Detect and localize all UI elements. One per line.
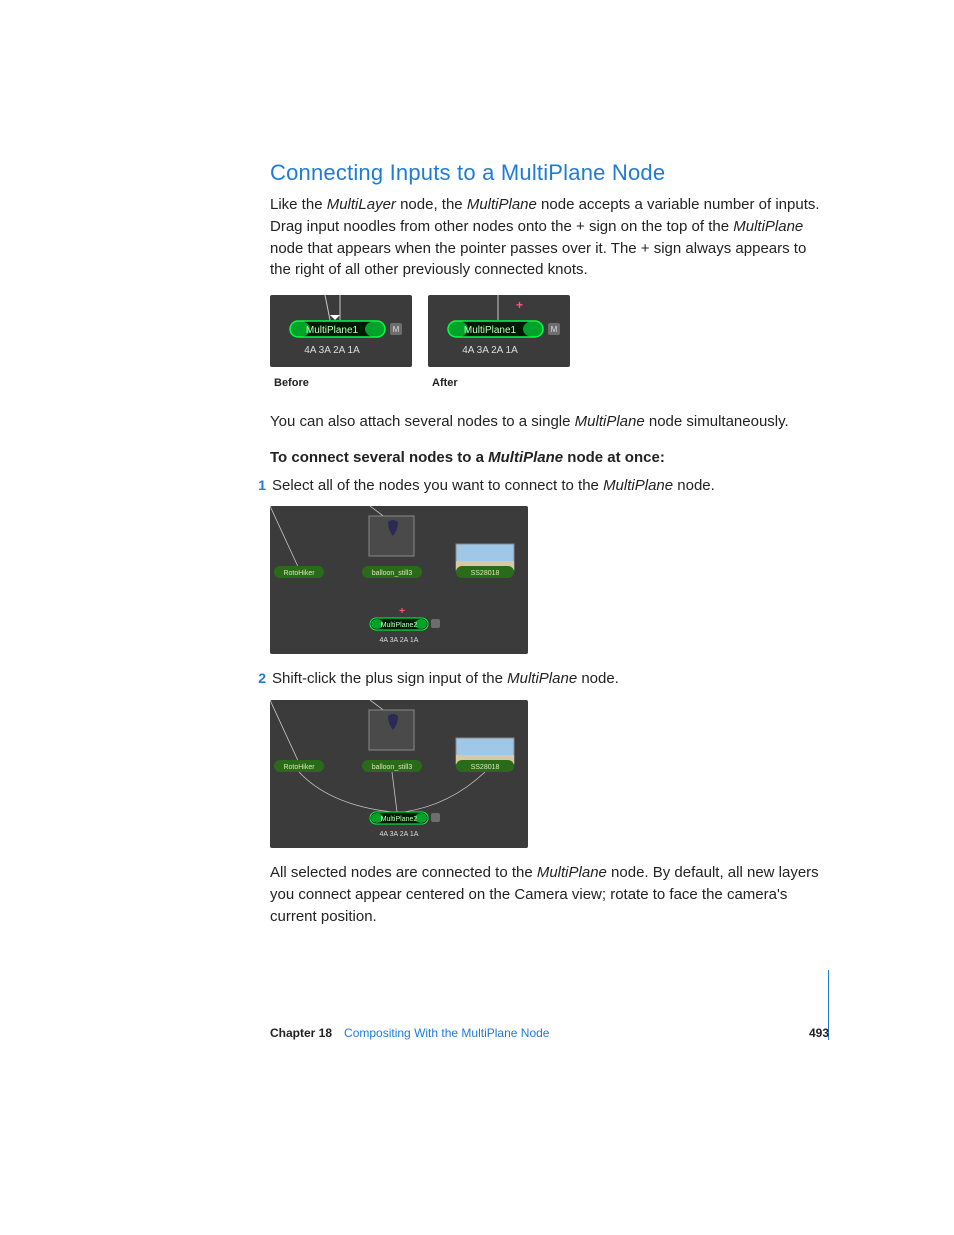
svg-text:SS28018: SS28018	[471, 570, 500, 577]
after-caption: After	[432, 377, 570, 389]
svg-text:4A 3A 2A 1A: 4A 3A 2A 1A	[462, 345, 518, 356]
after-figure: + MultiPlane1 M 4A 3A 2A 1A	[428, 295, 570, 367]
step1-figure: RotoHiker balloon_still3 SS28018 + Multi…	[270, 506, 528, 654]
step-1: 1 Select all of the nodes you want to co…	[248, 475, 829, 497]
step-text: Select all of the nodes you want to conn…	[272, 475, 829, 497]
svg-text:MultiPlane2: MultiPlane2	[381, 622, 418, 629]
section-heading: Connecting Inputs to a MultiPlane Node	[270, 160, 829, 186]
svg-text:MultiPlane1: MultiPlane1	[464, 325, 517, 336]
instruction-heading: To connect several nodes to a MultiPlane…	[270, 447, 829, 469]
svg-text:+: +	[516, 298, 523, 312]
svg-text:MultiPlane2: MultiPlane2	[381, 816, 418, 823]
step-2: 2 Shift-click the plus sign input of the…	[248, 668, 829, 690]
step2-figure: RotoHiker balloon_still3 SS28018 MultiPl…	[270, 700, 528, 848]
result-paragraph: All selected nodes are connected to the …	[270, 862, 829, 927]
page-number: 493	[809, 1026, 829, 1040]
chapter-title: Compositing With the MultiPlane Node	[344, 1026, 809, 1040]
svg-text:4A 3A 2A 1A: 4A 3A 2A 1A	[304, 345, 360, 356]
svg-text:4A 3A 2A 1A: 4A 3A 2A 1A	[380, 831, 419, 838]
before-figure: MultiPlane1 M 4A 3A 2A 1A	[270, 295, 412, 367]
step-number: 1	[248, 475, 266, 495]
intro-paragraph: Like the MultiLayer node, the MultiPlane…	[270, 194, 829, 281]
paragraph-attach-several: You can also attach several nodes to a s…	[270, 411, 829, 433]
page-content: Connecting Inputs to a MultiPlane Node L…	[0, 0, 954, 1100]
before-after-figures: MultiPlane1 M 4A 3A 2A 1A Before + Multi…	[270, 295, 829, 389]
step-text: Shift-click the plus sign input of the M…	[272, 668, 829, 690]
chapter-label: Chapter 18	[270, 1026, 332, 1040]
page-footer: Chapter 18 Compositing With the MultiPla…	[270, 1026, 829, 1040]
svg-text:RotoHiker: RotoHiker	[283, 570, 315, 577]
svg-text:M: M	[551, 325, 558, 334]
svg-text:balloon_still3: balloon_still3	[372, 764, 413, 771]
svg-text:+: +	[399, 606, 405, 617]
svg-text:M: M	[393, 325, 400, 334]
step-number: 2	[248, 668, 266, 688]
before-caption: Before	[274, 377, 412, 389]
svg-text:MultiPlane1: MultiPlane1	[306, 325, 359, 336]
svg-text:balloon_still3: balloon_still3	[372, 570, 413, 577]
svg-text:RotoHiker: RotoHiker	[283, 764, 315, 771]
svg-text:4A 3A 2A 1A: 4A 3A 2A 1A	[380, 637, 419, 644]
svg-text:SS28018: SS28018	[471, 764, 500, 771]
